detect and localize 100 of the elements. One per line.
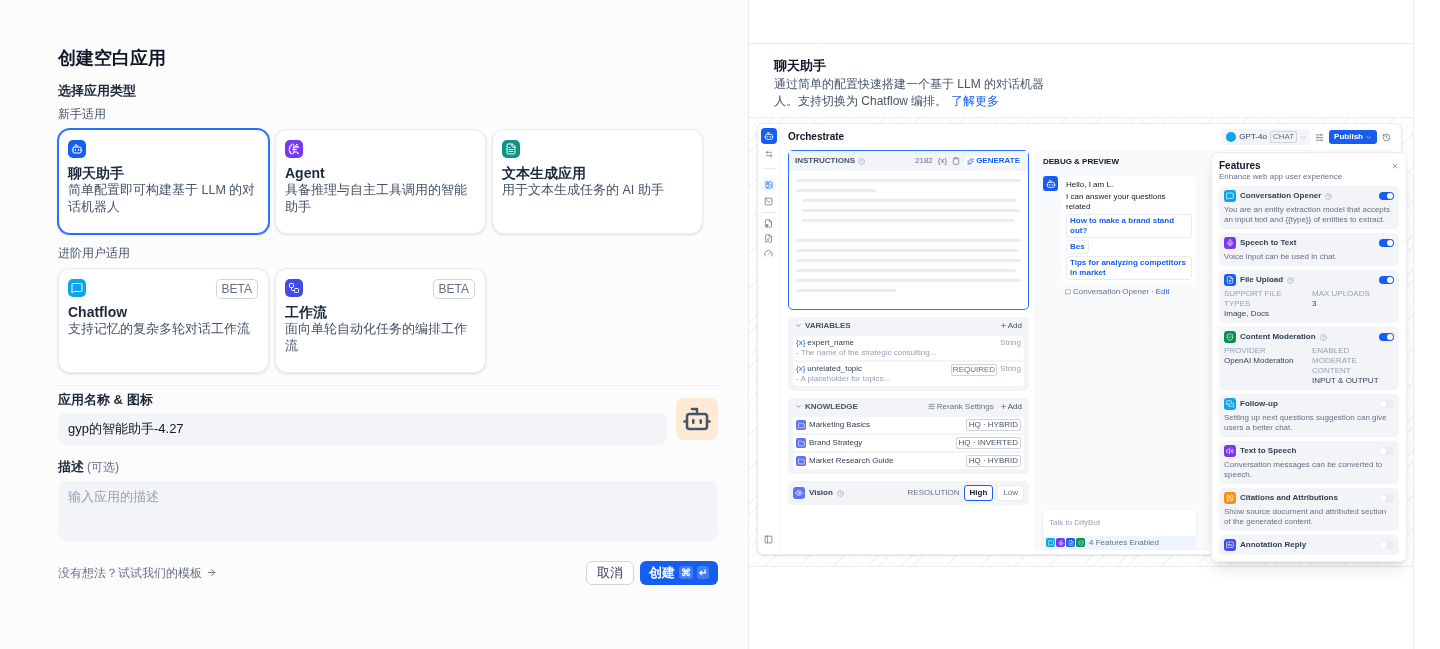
app-type-title: 文本生成应用 — [502, 163, 586, 182]
preview-description: 通过简单的配置快速搭建一个基于 LLM 的对话机器人。支持切换为 Chatflow 编排。 了解更多 — [774, 75, 1045, 110]
app-icon[interactable] — [676, 398, 718, 440]
section-header[interactable]: KNOWLEDGE — [795, 401, 858, 412]
index-mode-badge: HQ · INVERTED — [955, 437, 1021, 449]
template-link[interactable]: 没有想法？试试我们的模板 — [58, 563, 217, 582]
variable-row[interactable]: {x} unrelated_topic - A placeholder for topics... REQUIRED String — [793, 362, 1024, 386]
description-field[interactable]: 输入应用的描述 — [58, 480, 718, 541]
suggested-question[interactable]: How to make a brand stand out? — [1066, 214, 1192, 238]
resolution-option[interactable]: High — [963, 485, 994, 501]
dialog-title: 创建空白应用 — [58, 47, 167, 70]
field-value: OpenAI Moderation — [1224, 356, 1295, 366]
group-label: 新手适用 — [58, 105, 107, 123]
close-icon[interactable] — [1391, 162, 1399, 170]
app-type-card[interactable]: Agent 具备推理与自主工具调用的智能助手 — [275, 128, 486, 234]
insert-variable-button[interactable]: {x} — [937, 156, 948, 166]
feature-name: Conversation Opener — [1240, 191, 1322, 201]
variable-symbol: {x} — [796, 338, 806, 348]
create-button[interactable]: 创建 ⌘ ↵ — [640, 560, 718, 585]
chevron-down-icon — [795, 403, 802, 410]
bot-avatar-icon — [1043, 176, 1058, 191]
chat-bubble-icon — [1046, 538, 1055, 547]
arrow-right-icon — [206, 567, 217, 578]
toggle-switch[interactable] — [1379, 239, 1394, 247]
toggle-switch[interactable] — [1379, 333, 1394, 341]
model-logo-icon — [1226, 132, 1237, 142]
document-settings-icon[interactable] — [764, 219, 773, 228]
separator-dot: · — [1151, 287, 1154, 297]
add-button[interactable]: Add — [999, 320, 1022, 331]
suggested-question[interactable]: Tips for analyzing competitors in market — [1066, 256, 1192, 280]
knowledge-row[interactable]: Marketing Basics HQ · HYBRID — [793, 417, 1024, 433]
variable-description: - The name of the strategic consulting... — [796, 348, 938, 358]
shortcut-key: ↵ — [697, 566, 709, 579]
section-header[interactable]: VARIABLES — [795, 320, 851, 331]
generate-button[interactable]: GENERATE — [965, 156, 1022, 166]
terminal-icon[interactable] — [764, 197, 773, 206]
field-label: 应用名称 & 图标 — [58, 390, 154, 409]
app-type-title: 聊天助手 — [68, 163, 124, 182]
app-type-card[interactable]: 聊天助手 简单配置即可构建基于 LLM 的对话机器人 — [58, 128, 269, 234]
field-value: INPUT & OUTPUT — [1312, 376, 1380, 386]
feature-name: Text to Speech — [1240, 446, 1297, 456]
publish-button[interactable]: Publish — [1329, 130, 1377, 144]
field-label: ENABLED MODERATE CONTENT — [1312, 346, 1358, 376]
gauge-icon[interactable] — [764, 249, 773, 258]
chevron-down-icon — [1300, 133, 1308, 141]
app-type-title: Chatflow — [68, 302, 128, 321]
index-mode-badge: HQ · HYBRID — [965, 419, 1021, 431]
history-icon[interactable] — [1382, 132, 1391, 142]
knowledge-row[interactable]: Brand Strategy HQ · INVERTED — [793, 435, 1024, 451]
opener-label: Conversation Opener — [1073, 287, 1150, 297]
field-label: MAX UPLOADS — [1312, 289, 1371, 299]
greeting-text: Hello, I am L. — [1066, 180, 1115, 190]
field-label: SUPPORT FILE TYPES — [1224, 289, 1283, 309]
app-type-card[interactable]: BETA Chatflow 支持记忆的复杂多轮对话工作流 — [58, 267, 269, 373]
knowledge-name: Market Research Guide — [809, 456, 895, 466]
model-selector[interactable]: GPT-4o CHAT — [1223, 129, 1311, 145]
instructions-label: INSTRUCTIONS — [795, 156, 855, 166]
toggle-switch[interactable] — [1379, 276, 1394, 284]
app-name-input[interactable]: gyp的智能助手-4.27 — [58, 413, 667, 445]
settings-sliders-icon[interactable] — [1315, 132, 1325, 142]
resolution-option[interactable]: Low — [997, 485, 1024, 501]
features-title: Features — [1219, 159, 1262, 172]
features-enabled-text: 4 Features Enabled — [1089, 537, 1159, 548]
beta-badge: BETA — [432, 278, 475, 299]
chevron-down-icon — [795, 322, 802, 329]
app-type-description: 简单配置即可构建基于 LLM 的对话机器人 — [68, 181, 257, 216]
feature-description: Conversation messages can be converted to speech. — [1224, 460, 1384, 480]
variable-row[interactable]: {x} expert_name - The name of the strategic consulting... String — [793, 336, 1024, 360]
knowledge-row[interactable]: Market Research Guide HQ · HYBRID — [793, 453, 1024, 469]
feature-description: You are an entity extraction model that accepts an input text and {{type}} of entities to extract. — [1224, 205, 1392, 225]
microphone-icon — [1056, 538, 1065, 547]
app-type-description: 具备推理与自主工具调用的智能助手 — [285, 181, 468, 216]
orchestrate-nav-icon[interactable] — [762, 179, 775, 191]
knowledge-name: Marketing Basics — [809, 420, 871, 430]
toggle-switch[interactable] — [1379, 192, 1394, 200]
learn-more-link[interactable]: 了解更多 — [950, 93, 999, 108]
optional-hint: (可选) — [87, 459, 119, 476]
cancel-button[interactable]: 取消 — [586, 560, 634, 585]
edit-link[interactable]: Edit — [1155, 287, 1170, 297]
edit-document-icon[interactable] — [764, 234, 773, 243]
feature-description: Setting up next questions suggestion can give users a better chat. — [1224, 413, 1388, 433]
rerank-settings-button[interactable]: Rerank Settings — [927, 401, 994, 412]
field-label: PROVIDER — [1224, 346, 1267, 356]
app-type-title: Agent — [285, 163, 325, 182]
sliders-icon — [927, 403, 935, 410]
variable-type: String — [1000, 364, 1021, 374]
switch-icon[interactable] — [764, 150, 773, 158]
debug-title: DEBUG & PREVIEW — [1043, 157, 1120, 167]
add-button[interactable]: Add — [999, 401, 1022, 412]
sidebar-toggle-icon[interactable] — [764, 535, 773, 544]
app-type-card[interactable]: BETA 工作流 面向单轮自动化任务的编排工作流 — [275, 267, 486, 373]
variable-symbol: {x} — [796, 364, 806, 374]
features-enabled-bar[interactable]: 4 Features Enabled — [1043, 536, 1196, 549]
shield-icon — [1076, 538, 1085, 547]
suggested-question[interactable]: Bes — [1066, 240, 1089, 254]
clipboard-icon[interactable] — [952, 157, 961, 165]
folder-icon — [796, 456, 806, 466]
app-type-card[interactable]: 文本生成应用 用于文本生成任务的 AI 助手 — [492, 128, 703, 234]
feature-description: Show source document and attributed section of the generated content. — [1224, 507, 1388, 527]
folder-icon — [796, 420, 806, 430]
